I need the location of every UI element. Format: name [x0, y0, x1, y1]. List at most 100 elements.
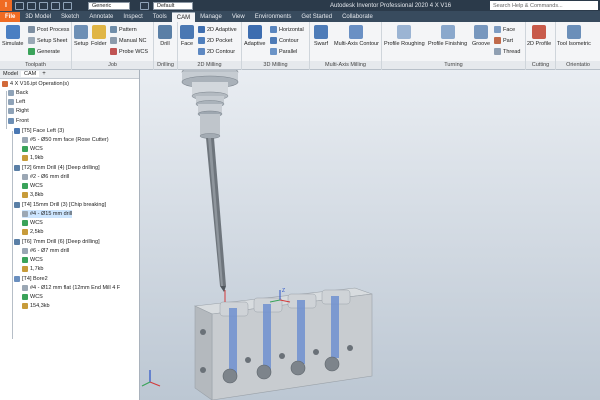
drill-button[interactable]: Drill [158, 25, 172, 47]
open-file-icon[interactable] [27, 1, 36, 10]
post-process-label: Post Process [37, 26, 70, 33]
cam-scene[interactable]: Z [140, 70, 600, 400]
tree-tool[interactable]: #6 - Ø7 mm drill [22, 247, 69, 255]
pattern-label: Pattern [119, 26, 137, 33]
panel-3d-milling-name: 3D Milling [242, 61, 309, 69]
new-file-icon[interactable] [15, 1, 24, 10]
tool-isometric-button[interactable]: Tool Isometric [557, 25, 591, 47]
workpiece[interactable] [193, 287, 373, 400]
tree-view-right[interactable]: Right [8, 107, 29, 115]
tree-tool[interactable]: #4 - Ø15 mm drill [22, 210, 73, 218]
swarf-button[interactable]: Swarf [314, 25, 328, 47]
tab-manage[interactable]: Manage [195, 12, 227, 22]
profile-roughing-button[interactable]: Profile Roughing [384, 25, 425, 47]
view-icon [8, 99, 14, 105]
tab-inspect[interactable]: Inspect [118, 12, 147, 22]
tab-annotate[interactable]: Annotate [84, 12, 118, 22]
tree-view-right-label: Right [16, 108, 29, 114]
tree-wcs-label: WCS [30, 146, 43, 152]
tree-operation-label: [T6] 7mm Drill (6) [Deep drilling] [22, 239, 100, 245]
tree-operation[interactable]: [T6] 7mm Drill (6) [Deep drilling] [14, 238, 100, 246]
tree-view-back[interactable]: Back [8, 89, 28, 97]
panel-2d-milling-name: 2D Milling [178, 61, 241, 69]
help-search-input[interactable]: Search Help & Commands... [490, 1, 598, 10]
browser-tab-cam[interactable]: CAM [20, 71, 40, 77]
tree-wcs[interactable]: WCS [22, 145, 43, 153]
tab-collaborate[interactable]: Collaborate [337, 12, 378, 22]
tab-get-started[interactable]: Get Started [296, 12, 337, 22]
2d-contour-button[interactable]: 2D Contour [198, 47, 235, 56]
tree-root[interactable]: 4 X V16.ipt Operation(s) [2, 80, 69, 88]
contour-button[interactable]: Contour [270, 36, 299, 45]
tree-tool[interactable]: #5 - Ø50 mm face (Rose Cutter) [22, 136, 109, 144]
panel-cutting-name: Cutting [526, 61, 555, 69]
generate-button[interactable]: Generate [28, 47, 60, 56]
tab-tools[interactable]: Tools [148, 12, 172, 22]
tree-toolpath[interactable]: 2,5kb [22, 228, 43, 236]
tree-tool[interactable]: #4 - Ø12 mm flat (12mm End Mill 4 F [22, 284, 120, 292]
ribbon: Simulate Post Process Setup Sheet Genera… [0, 22, 600, 70]
tree-view-left[interactable]: Left [8, 98, 25, 106]
appearance-select[interactable]: Generic [88, 1, 130, 10]
tree-operation[interactable]: [T4] 15mm Drill (3) [Chip breaking] [14, 201, 106, 209]
2d-pocket-button[interactable]: 2D Pocket [198, 36, 232, 45]
browser-tab-model[interactable]: Model [0, 71, 21, 77]
tree-toolpath[interactable]: 154,3kb [22, 302, 50, 310]
tree-operation-label: [T2] 6mm Drill (4) [Deep drilling] [22, 165, 100, 171]
undo-icon[interactable] [51, 1, 60, 10]
probe-wcs-button[interactable]: Probe WCS [110, 47, 148, 56]
tree-toolpath[interactable]: 1,9kb [22, 154, 43, 162]
tree-setup-front[interactable]: Front [8, 117, 29, 125]
tree-tool[interactable]: #2 - Ø6 mm drill [22, 173, 69, 181]
tree-wcs-label: WCS [30, 220, 43, 226]
tab-file[interactable]: File [0, 12, 21, 22]
bore-op-icon [14, 276, 20, 282]
parallel-button[interactable]: Parallel [270, 47, 297, 56]
horizontal-button[interactable]: Horizontal [270, 25, 304, 34]
view-cube-triad[interactable] [141, 370, 161, 387]
face-button[interactable]: Face [180, 25, 194, 47]
simulate-button[interactable]: Simulate [2, 25, 23, 47]
tree-toolpath[interactable]: 3,8kb [22, 191, 43, 199]
tree-toolpath[interactable]: 1,7kb [22, 265, 43, 273]
redo-icon[interactable] [63, 1, 72, 10]
profile-finishing-button[interactable]: Profile Finishing [428, 25, 467, 47]
tree-wcs[interactable]: WCS [22, 256, 43, 264]
part-button[interactable]: Part [494, 36, 513, 45]
thread-icon [494, 48, 501, 55]
pattern-button[interactable]: Pattern [110, 25, 137, 34]
browser-add-tab-icon[interactable]: + [39, 71, 49, 77]
adaptive-button[interactable]: Adaptive [244, 25, 265, 47]
profile-finishing-label: Profile Finishing [428, 41, 468, 47]
2d-adaptive-button[interactable]: 2D Adaptive [198, 25, 237, 34]
tab-environments[interactable]: Environments [250, 12, 297, 22]
setup-sheet-button[interactable]: Setup Sheet [28, 36, 67, 45]
tree-operation[interactable]: [T4] Bore2 [14, 275, 48, 283]
tree-wcs[interactable]: WCS [22, 219, 43, 227]
thread-button[interactable]: Thread [494, 47, 520, 56]
tree-wcs[interactable]: WCS [22, 182, 43, 190]
groove-button[interactable]: Groove [472, 25, 490, 47]
tree-wcs[interactable]: WCS [22, 293, 43, 301]
tab-3d-model[interactable]: 3D Model [20, 12, 56, 22]
simulate-icon [5, 25, 20, 39]
manual-nc-button[interactable]: Manual NC [110, 36, 147, 45]
material-icon[interactable] [140, 1, 149, 10]
post-process-button[interactable]: Post Process [28, 25, 69, 34]
graphics-viewport[interactable]: Z [140, 70, 600, 400]
multi-axis-contour-button[interactable]: Multi-Axis Contour [334, 25, 379, 47]
setup-button[interactable]: Setup [74, 25, 88, 47]
panel-multi-axis: Swarf Multi-Axis Contour Multi-Axis Mill… [310, 22, 382, 70]
2d-profile-button[interactable]: 2D Profile [527, 25, 551, 47]
panel-toolpath-name: Toolpath [0, 61, 71, 69]
tab-view[interactable]: View [227, 12, 250, 22]
tree-operation[interactable]: [T2] 6mm Drill (4) [Deep drilling] [14, 164, 100, 172]
material-select[interactable]: Default [153, 1, 193, 10]
tab-cam[interactable]: CAM [171, 12, 196, 22]
tree-operation[interactable]: [T5] Face Left (3) [14, 127, 64, 135]
turning-face-button[interactable]: Face [494, 25, 515, 34]
save-icon[interactable] [39, 1, 48, 10]
app-logo[interactable]: I [0, 0, 12, 11]
tab-sketch[interactable]: Sketch [56, 12, 84, 22]
folder-button[interactable]: Folder [91, 25, 107, 47]
